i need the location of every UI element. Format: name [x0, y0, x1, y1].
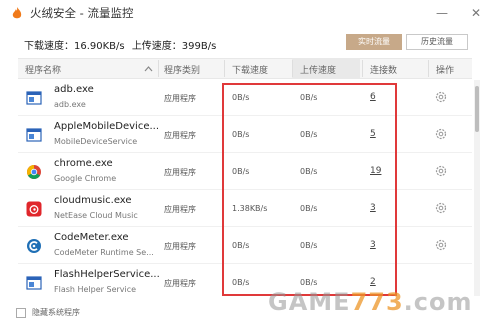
window-icon [26, 91, 42, 105]
connection-count-link[interactable]: 5 [370, 129, 376, 139]
program-description: Google Chrome [54, 174, 117, 183]
title-bar: 火绒安全 - 流量监控 — ✕ [0, 0, 500, 26]
connection-count-link[interactable]: 3 [370, 240, 376, 250]
program-name: cloudmusic.exe [54, 195, 132, 206]
download-speed: 1.38KB/s [232, 204, 268, 213]
gear-icon[interactable] [434, 90, 448, 104]
hide-system-checkbox[interactable] [16, 308, 26, 318]
upload-speed: 0B/s [300, 241, 318, 250]
program-name: CodeMeter.exe [54, 232, 129, 243]
close-button[interactable]: ✕ [466, 3, 486, 23]
column-separator [158, 60, 159, 77]
upload-speed: 0B/s [300, 204, 318, 213]
program-description: CodeMeter Runtime Se... [54, 248, 154, 257]
minimize-button[interactable]: — [432, 3, 452, 23]
hide-system-label[interactable]: 隐藏系统程序 [32, 307, 80, 318]
speed-summary: 下载速度：16.90KB/s 上传速度：399B/s [24, 37, 220, 52]
header-connections[interactable]: 连接数 [370, 63, 397, 76]
program-description: NetEase Cloud Music [54, 211, 138, 220]
program-name: AppleMobileDevice... [54, 121, 160, 132]
gear-icon[interactable] [434, 127, 448, 141]
program-type: 应用程序 [164, 94, 196, 103]
chrome-icon [27, 165, 41, 179]
watermark-mid: 773 [350, 288, 404, 316]
program-name: chrome.exe [54, 158, 113, 169]
program-description: adb.exe [54, 100, 86, 109]
table-row[interactable]: CodeMeter.exe CodeMeter Runtime Se... 应用… [18, 227, 472, 264]
header-download-speed[interactable]: 下载速度 [232, 63, 268, 76]
program-type: 应用程序 [164, 242, 196, 251]
scrollbar-thumb[interactable] [475, 86, 479, 132]
header-actions: 操作 [436, 66, 455, 76]
gear-icon[interactable] [434, 201, 448, 215]
connection-count-link[interactable]: 2 [370, 277, 376, 287]
total-upload-speed: 上传速度：399B/s [131, 41, 217, 52]
upload-speed: 0B/s [300, 130, 318, 139]
total-download-speed: 下载速度：16.90KB/s [24, 41, 125, 52]
upload-speed: 0B/s [300, 278, 318, 287]
download-speed: 0B/s [232, 167, 250, 176]
upload-speed: 0B/s [300, 167, 318, 176]
download-speed: 0B/s [232, 278, 250, 287]
table-row[interactable]: cloudmusic.exe NetEase Cloud Music 应用程序 … [18, 190, 472, 227]
download-speed: 0B/s [232, 130, 250, 139]
codemeter-icon [27, 239, 41, 253]
program-type: 应用程序 [164, 131, 196, 140]
window-title: 火绒安全 - 流量监控 [30, 6, 134, 20]
program-type: 应用程序 [164, 279, 196, 288]
column-separator [428, 60, 429, 77]
connection-count-link[interactable]: 19 [370, 166, 381, 176]
tab-history-traffic[interactable]: 历史流量 [406, 34, 468, 50]
window-icon [26, 276, 42, 290]
tab-realtime-traffic[interactable]: 实时流量 [346, 34, 402, 50]
table-row[interactable]: adb.exe adb.exe 应用程序 0B/s 0B/s 6 [18, 79, 472, 116]
program-name: adb.exe [54, 84, 94, 95]
header-program-type[interactable]: 程序类别 [164, 63, 200, 76]
netease-music-icon [26, 201, 42, 217]
program-type: 应用程序 [164, 205, 196, 214]
download-speed: 0B/s [232, 241, 250, 250]
connection-count-link[interactable]: 6 [370, 92, 376, 102]
column-separator [362, 60, 363, 77]
watermark-left: GAME [268, 288, 351, 316]
program-type: 应用程序 [164, 168, 196, 177]
header-upload-speed[interactable]: 上传速度 [300, 63, 336, 76]
connection-count-link[interactable]: 3 [370, 203, 376, 213]
table-row[interactable]: chrome.exe Google Chrome 应用程序 0B/s 0B/s … [18, 153, 472, 190]
huorong-flame-icon [12, 7, 22, 19]
column-separator [224, 60, 225, 77]
watermark-right: .com [403, 288, 473, 316]
download-speed: 0B/s [232, 93, 250, 102]
chevron-up-icon[interactable] [144, 65, 153, 72]
site-watermark: GAME773.com [268, 288, 473, 316]
program-description: MobileDeviceService [54, 137, 138, 146]
header-program-name[interactable]: 程序名称 [25, 63, 61, 76]
table-row[interactable]: AppleMobileDevice... MobileDeviceService… [18, 116, 472, 153]
gear-icon[interactable] [434, 164, 448, 178]
program-description: Flash Helper Service [54, 285, 137, 294]
window-icon [26, 128, 42, 142]
upload-speed: 0B/s [300, 93, 318, 102]
program-name: FlashHelperService... [54, 269, 160, 280]
gear-icon[interactable] [434, 238, 448, 252]
column-separator [292, 60, 293, 77]
